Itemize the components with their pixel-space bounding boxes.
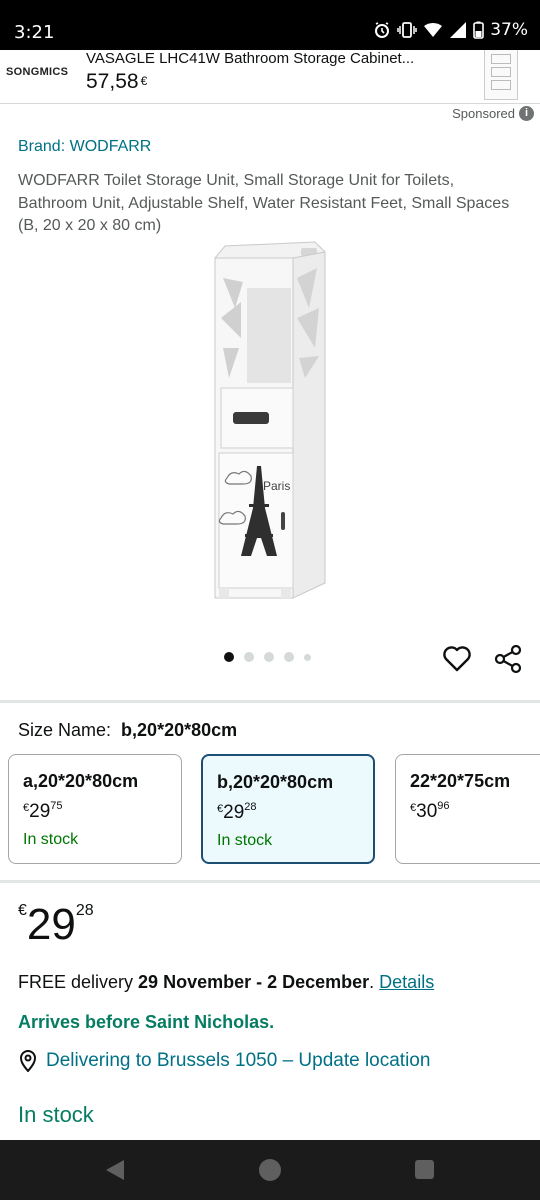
section-divider <box>0 880 540 883</box>
size-option-card[interactable]: a,20*20*80cm €2975 In stock <box>8 754 182 864</box>
size-option-price-whole: 29 <box>223 802 245 823</box>
system-navigation-bar <box>0 1140 540 1200</box>
main-price-whole: 29 <box>26 900 76 949</box>
carousel-dot[interactable] <box>244 652 254 662</box>
sponsor-price: 57,58 € <box>86 70 147 94</box>
main-price: €2928 <box>18 900 94 950</box>
carousel-dot[interactable] <box>284 652 294 662</box>
size-name-selected-value: b,20*20*80cm <box>121 720 238 740</box>
delivery-dates: 29 November - 2 December <box>138 972 370 992</box>
size-option-price-fraction: 28 <box>244 801 257 813</box>
main-price-fraction: 28 <box>75 902 94 919</box>
size-option-label: b,20*20*80cm <box>217 772 334 792</box>
location-pin-icon <box>19 1050 37 1072</box>
carousel-dot[interactable] <box>304 653 311 661</box>
brand-link[interactable]: Brand: WODFARR <box>18 138 151 156</box>
size-option-price: €2928 <box>217 801 373 824</box>
main-price-currency: € <box>18 902 27 919</box>
vibrate-icon <box>397 22 417 38</box>
stock-status: In stock <box>18 1102 94 1127</box>
home-icon[interactable] <box>259 1159 281 1181</box>
size-option-card-selected[interactable]: b,20*20*80cm €2928 In stock <box>201 754 375 864</box>
sponsored-text: Sponsored <box>452 106 515 121</box>
arrives-note: Arrives before Saint Nicholas. <box>18 1012 275 1032</box>
sponsored-label[interactable]: Sponsored i <box>452 106 534 121</box>
carousel-dot-active[interactable] <box>224 652 234 662</box>
battery-percent: 37% <box>490 20 528 40</box>
delivery-suffix: . <box>369 972 380 992</box>
delivery-location[interactable]: Delivering to Brussels 1050 – Update loc… <box>18 1050 430 1072</box>
size-option-card[interactable]: 22*20*75cm €3096 <box>395 754 540 864</box>
product-image-paris-text: Paris <box>263 479 290 493</box>
status-icons: 37% <box>373 20 528 40</box>
share-icon[interactable] <box>492 643 524 675</box>
battery-icon <box>473 21 485 39</box>
alarm-icon <box>375 22 390 38</box>
section-divider <box>0 700 540 703</box>
size-option-stock: In stock <box>23 831 79 848</box>
size-name-label: Size Name: b,20*20*80cm <box>18 720 237 741</box>
size-option-stock: In stock <box>217 832 273 849</box>
recents-icon[interactable] <box>415 1160 434 1179</box>
heart-icon[interactable] <box>441 643 473 675</box>
wifi-icon <box>424 23 443 37</box>
info-icon[interactable]: i <box>519 106 534 121</box>
size-name-title: Size Name: <box>18 720 112 740</box>
sponsor-product-thumbnail[interactable] <box>484 50 518 100</box>
sponsor-price-value: 57,58 <box>86 70 139 93</box>
carousel-dot[interactable] <box>264 652 274 662</box>
size-option-label: a,20*20*80cm <box>23 771 139 791</box>
image-carousel-dots[interactable] <box>224 652 311 662</box>
signal-icon <box>450 22 467 38</box>
status-time: 3:21 <box>14 22 55 43</box>
sponsored-product-banner[interactable]: SONGMICS VASAGLE LHC41W Bathroom Storage… <box>0 50 540 104</box>
size-option-price-fraction: 75 <box>50 800 63 812</box>
product-title: WODFARR Toilet Storage Unit, Small Stora… <box>18 172 510 234</box>
sponsor-price-currency: € <box>140 74 148 88</box>
size-option-price: €2975 <box>23 800 181 823</box>
size-option-price-whole: 29 <box>29 801 51 822</box>
sponsor-product-title[interactable]: VASAGLE LHC41W Bathroom Storage Cabinet.… <box>86 50 466 68</box>
sponsor-brand-logo: SONGMICS <box>6 66 69 78</box>
size-option-price-fraction: 96 <box>437 800 450 812</box>
size-option-label: 22*20*75cm <box>410 771 511 791</box>
back-icon[interactable] <box>104 1158 126 1182</box>
product-image[interactable]: Paris <box>205 238 335 608</box>
delivery-prefix: FREE delivery <box>18 972 139 992</box>
delivery-details-link[interactable]: Details <box>379 972 434 992</box>
size-option-price: €3096 <box>410 800 540 823</box>
delivery-info: FREE delivery 29 November - 2 December. … <box>18 972 434 993</box>
location-text[interactable]: Delivering to Brussels 1050 – Update loc… <box>46 1050 430 1072</box>
size-option-price-whole: 30 <box>416 801 438 822</box>
